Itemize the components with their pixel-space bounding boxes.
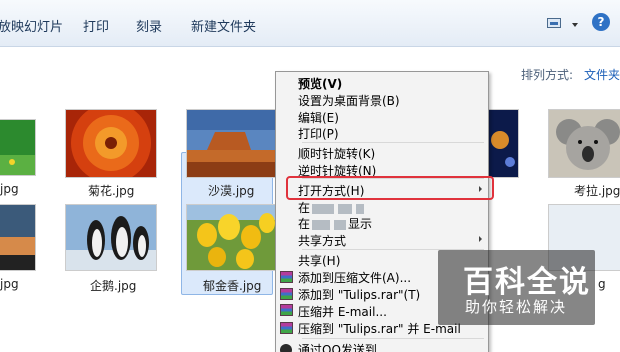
- menu-item-set-desktop-background[interactable]: 设置为桌面背景(B): [298, 92, 400, 109]
- menu-item-compress-rar-and-email[interactable]: 压缩到 "Tulips.rar" 并 E-mail: [298, 320, 461, 337]
- redacted-text: [334, 219, 347, 230]
- watermark-subtitle: 助你轻松解决: [465, 298, 568, 316]
- menu-item-compress-and-email[interactable]: 压缩并 E-mail...: [298, 303, 387, 320]
- arrange-by-label: 排列方式:: [521, 68, 574, 82]
- annotation-highlight-box: [286, 176, 494, 200]
- command-toolbar: 放映幻灯片 打印 刻录 新建文件夹 ?: [0, 0, 620, 47]
- qq-icon: [280, 344, 292, 352]
- file-name[interactable]: 沙漠.jpg: [208, 182, 254, 199]
- redacted-text: [338, 203, 353, 214]
- winrar-icon: [280, 288, 293, 300]
- thumbnail-chrysanthemum[interactable]: [66, 110, 156, 177]
- menu-item-rotate-clockwise[interactable]: 顺时针旋转(K): [298, 145, 375, 162]
- help-icon[interactable]: ?: [592, 13, 610, 31]
- submenu-arrow-icon: [479, 236, 482, 242]
- winrar-icon: [280, 304, 293, 316]
- print-button[interactable]: 打印: [83, 16, 109, 35]
- thumbnail-penguins[interactable]: [66, 205, 156, 270]
- file-name[interactable]: 考拉.jpg: [574, 182, 620, 199]
- redacted-text: [312, 203, 335, 214]
- menu-separator: [302, 142, 484, 143]
- new-folder-button[interactable]: 新建文件夹: [191, 16, 256, 35]
- thumbnail-partial[interactable]: [0, 205, 35, 270]
- menu-item-blurred-1[interactable]: 在: [298, 199, 366, 216]
- menu-item-share[interactable]: 共享(H): [298, 252, 340, 269]
- watermark-title: 百科全说: [463, 265, 591, 300]
- file-name[interactable]: 郁金香.jpg: [203, 277, 261, 294]
- menu-separator: [302, 338, 484, 339]
- redacted-text: [312, 219, 331, 230]
- menu-item-send-via-qq[interactable]: 通过QQ发送到: [298, 341, 377, 352]
- thumbnail-jellyfish[interactable]: [488, 110, 518, 177]
- menu-item-add-to-archive[interactable]: 添加到压缩文件(A)...: [298, 269, 411, 286]
- arrange-by-dropdown[interactable]: 文件夹: [584, 66, 620, 83]
- winrar-icon: [280, 271, 293, 283]
- menu-item-print[interactable]: 打印(P): [298, 125, 339, 142]
- redacted-text: [356, 203, 365, 214]
- menu-item-share-with[interactable]: 共享方式: [298, 232, 346, 249]
- file-name[interactable]: jpg: [0, 277, 19, 291]
- chevron-down-icon[interactable]: [572, 23, 578, 27]
- winrar-icon: [280, 322, 293, 334]
- slideshow-button[interactable]: 放映幻灯片: [0, 16, 63, 35]
- thumbnail-partial[interactable]: [0, 120, 35, 175]
- menu-item-add-to-tulips-rar[interactable]: 添加到 "Tulips.rar"(T): [298, 286, 420, 303]
- view-icon[interactable]: [546, 17, 564, 31]
- thumbnail-koala[interactable]: [549, 110, 620, 177]
- file-name[interactable]: 菊花.jpg: [88, 182, 134, 199]
- file-name[interactable]: 企鹅.jpg: [90, 277, 136, 294]
- thumbnail-tulips[interactable]: [187, 205, 275, 270]
- file-name[interactable]: jpg: [0, 182, 19, 196]
- menu-item-blurred-2[interactable]: 在显示: [298, 215, 372, 232]
- thumbnail-desert[interactable]: [187, 110, 275, 177]
- watermark: 百科全说 助你轻松解决: [438, 250, 595, 325]
- burn-button[interactable]: 刻录: [136, 16, 162, 35]
- menu-item-edit[interactable]: 编辑(E): [298, 109, 339, 126]
- file-name[interactable]: g: [598, 277, 606, 291]
- menu-item-preview[interactable]: 预览(V): [298, 75, 342, 92]
